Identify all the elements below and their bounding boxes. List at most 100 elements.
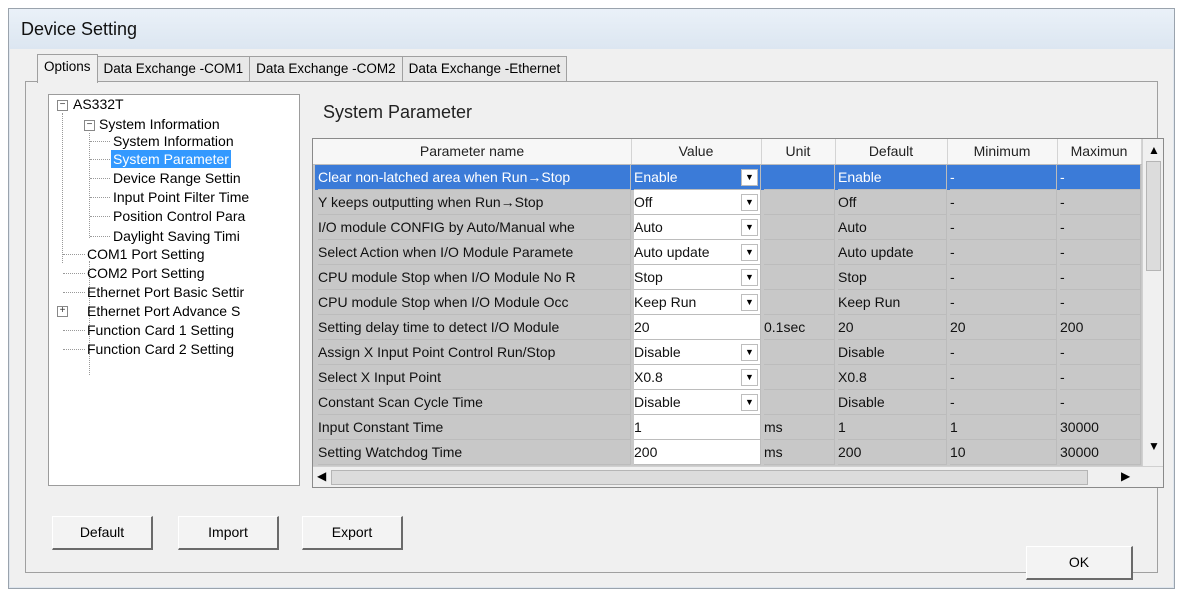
name-cell: Input Constant Time	[318, 415, 631, 440]
table-row[interactable]: Input Constant Time 1 ms 1 1 30000	[315, 415, 1141, 440]
table-row[interactable]: I/O module CONFIG by Auto/Manual whe Auto…	[315, 215, 1141, 240]
expand-icon[interactable]: +	[57, 306, 68, 317]
unit-cell: 0.1sec	[764, 315, 835, 340]
value-cell[interactable]: 200	[634, 440, 761, 465]
tree-com2-port-setting[interactable]: COM2 Port Setting	[87, 264, 205, 282]
dropdown-arrow-icon[interactable]: ▼	[741, 294, 758, 311]
device-setting-window: Device Setting Options Data Exchange -CO…	[8, 8, 1175, 589]
collapse-icon[interactable]: −	[57, 100, 68, 111]
table-row[interactable]: Select Action when I/O Module Paramete Au…	[315, 240, 1141, 265]
default-cell: 200	[838, 440, 947, 465]
max-cell: -	[1060, 165, 1141, 190]
grid-horizontal-scrollbar[interactable]: ◀ ▶	[313, 466, 1163, 487]
vertical-scroll-thumb[interactable]	[1146, 161, 1161, 271]
table-row[interactable]: Setting delay time to detect I/O Module 2…	[315, 315, 1141, 340]
unit-cell: ms	[764, 415, 835, 440]
name-cell: CPU module Stop when I/O Module No R	[318, 265, 631, 290]
default-button[interactable]: Default	[52, 516, 153, 550]
section-title: System Parameter	[323, 102, 473, 122]
tab-data-exchange-com2[interactable]: Data Exchange -COM2	[249, 56, 403, 83]
dropdown-arrow-icon[interactable]: ▼	[741, 219, 758, 236]
tree-root[interactable]: AS332T	[73, 95, 124, 113]
default-cell: X0.8	[838, 365, 947, 390]
table-row[interactable]: CPU module Stop when I/O Module Occ Keep …	[315, 290, 1141, 315]
settings-tree[interactable]: − AS332T − System Information System Inf…	[48, 94, 300, 486]
tree-item-system-parameter[interactable]: System Parameter	[111, 150, 231, 168]
dropdown-arrow-icon[interactable]: ▼	[741, 194, 758, 211]
grid-header: Parameter name Value Unit Default Minimu…	[313, 139, 1163, 165]
name-cell: CPU module Stop when I/O Module Occ	[318, 290, 631, 315]
min-cell: -	[950, 165, 1057, 190]
min-cell: -	[950, 390, 1057, 415]
name-cell: Constant Scan Cycle Time	[318, 390, 631, 415]
table-row[interactable]: CPU module Stop when I/O Module No R Stop…	[315, 265, 1141, 290]
dropdown-arrow-icon[interactable]: ▼	[741, 269, 758, 286]
max-cell: -	[1060, 340, 1141, 365]
name-cell: I/O module CONFIG by Auto/Manual whe	[318, 215, 631, 240]
parameter-grid[interactable]: Parameter name Value Unit Default Minimu…	[312, 138, 1164, 488]
scroll-down-icon[interactable]: ▼	[1148, 439, 1160, 453]
import-button[interactable]: Import	[178, 516, 279, 550]
export-button[interactable]: Export	[302, 516, 403, 550]
dropdown-arrow-icon[interactable]: ▼	[741, 394, 758, 411]
max-cell: -	[1060, 190, 1141, 215]
header-default[interactable]: Default	[835, 139, 948, 164]
tab-options[interactable]: Options	[37, 54, 98, 83]
default-cell: Auto	[838, 215, 947, 240]
tree-function-card-2[interactable]: Function Card 2 Setting	[87, 340, 234, 358]
table-row[interactable]: Assign X Input Point Control Run/Stop Dis…	[315, 340, 1141, 365]
ok-button[interactable]: OK	[1026, 546, 1133, 580]
scroll-up-icon[interactable]: ▲	[1148, 143, 1160, 157]
min-cell: -	[950, 265, 1057, 290]
header-unit[interactable]: Unit	[761, 139, 836, 164]
collapse-icon[interactable]: −	[84, 120, 95, 131]
options-panel: − AS332T − System Information System Inf…	[25, 81, 1164, 580]
tree-item-input-point-filter-time[interactable]: Input Point Filter Time	[113, 188, 249, 206]
unit-cell	[764, 190, 835, 215]
table-row[interactable]: Y keeps outputting when Run→Stop Off Off - -…	[315, 190, 1141, 215]
dropdown-arrow-icon[interactable]: ▼	[741, 169, 758, 186]
max-cell: -	[1060, 390, 1141, 415]
default-cell: Enable	[838, 165, 947, 190]
scroll-left-icon[interactable]: ◀	[317, 469, 326, 483]
name-cell: Setting delay time to detect I/O Module	[318, 315, 631, 340]
min-cell: -	[950, 290, 1057, 315]
default-cell: Disable	[838, 390, 947, 415]
unit-cell	[764, 365, 835, 390]
max-cell: -	[1060, 240, 1141, 265]
tree-ethernet-basic-setting[interactable]: Ethernet Port Basic Settir	[87, 283, 244, 301]
tab-data-exchange-ethernet[interactable]: Data Exchange -Ethernet	[401, 56, 568, 83]
tree-ethernet-advance-setting[interactable]: Ethernet Port Advance S	[87, 302, 240, 320]
tree-system-information[interactable]: System Information	[99, 115, 220, 133]
table-row[interactable]: Setting Watchdog Time 200 ms 200 10 30000	[315, 440, 1141, 465]
value-cell[interactable]: 20	[634, 315, 761, 340]
dropdown-arrow-icon[interactable]: ▼	[741, 244, 758, 261]
name-cell: Y keeps outputting when Run→Stop	[318, 190, 631, 215]
tree-item-device-range-setting[interactable]: Device Range Settin	[113, 169, 241, 187]
grid-vertical-scrollbar[interactable]: ▲ ▼	[1142, 139, 1163, 467]
dropdown-arrow-icon[interactable]: ▼	[741, 369, 758, 386]
header-parameter-name[interactable]: Parameter name	[313, 139, 632, 164]
table-row[interactable]: Clear non-latched area when Run→Stop Enab…	[315, 165, 1141, 190]
header-value[interactable]: Value	[631, 139, 762, 164]
table-row[interactable]: Constant Scan Cycle Time Disable Disable - -…	[315, 390, 1141, 415]
tree-com1-port-setting[interactable]: COM1 Port Setting	[87, 245, 205, 263]
tree-function-card-1[interactable]: Function Card 1 Setting	[87, 321, 234, 339]
header-maximum[interactable]: Maximun	[1057, 139, 1142, 164]
tree-item-system-information[interactable]: System Information	[113, 132, 234, 150]
horizontal-scroll-thumb[interactable]	[331, 470, 1088, 485]
min-cell: 10	[950, 440, 1057, 465]
default-cell: Disable	[838, 340, 947, 365]
name-cell: Clear non-latched area when Run→Stop	[318, 165, 631, 190]
header-minimum[interactable]: Minimum	[947, 139, 1058, 164]
dropdown-arrow-icon[interactable]: ▼	[741, 344, 758, 361]
tab-bar: Options Data Exchange -COM1 Data Exchang…	[37, 54, 568, 83]
tree-item-position-control-parameter[interactable]: Position Control Para	[113, 207, 245, 225]
scroll-right-icon[interactable]: ▶	[1121, 469, 1130, 483]
table-row[interactable]: Select X Input Point X0.8 X0.8- - ▼	[315, 365, 1141, 390]
min-cell: 20	[950, 315, 1057, 340]
unit-cell	[764, 165, 835, 190]
value-cell[interactable]: 1	[634, 415, 761, 440]
tab-data-exchange-com1[interactable]: Data Exchange -COM1	[96, 56, 251, 83]
tree-item-daylight-saving-time[interactable]: Daylight Saving Timi	[113, 227, 240, 245]
